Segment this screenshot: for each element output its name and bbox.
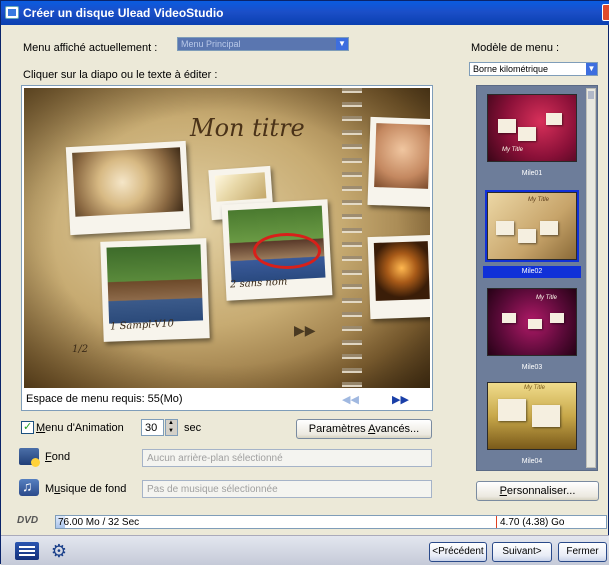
template-thumbnail[interactable]: My Title (485, 190, 579, 262)
template-thumbnail[interactable]: My Title (487, 382, 577, 450)
template-gallery: My Title Mile01 My Title Mile02 My Title… (476, 85, 598, 471)
current-menu-value: Menu Principal (181, 39, 241, 49)
selection-highlight-circle (253, 233, 321, 269)
menu-title-text[interactable]: Mon titre (190, 114, 305, 142)
menu-page-number: 1/2 (72, 344, 89, 355)
menu-preview-panel: Mon titre 1 Sampl-V10 2 sans nom ▶▶ 1/2 … (21, 85, 433, 411)
template-category-select[interactable]: Borne kilométrique ▼ (469, 62, 598, 76)
close-window-button[interactable] (602, 4, 609, 21)
rose-photo (65, 140, 191, 236)
menu-preview-canvas[interactable]: Mon titre 1 Sampl-V10 2 sans nom ▶▶ 1/2 (24, 88, 430, 388)
template-item-3[interactable]: My Title Mile03 (483, 288, 581, 378)
window-title: Créer un disque Ulead VideoStudio (23, 6, 224, 20)
template-list: My Title Mile01 My Title Mile02 My Title… (479, 88, 585, 468)
current-menu-select[interactable]: Menu Principal ▼ (177, 37, 349, 51)
required-menu-space: Espace de menu requis: 55(Mo) (26, 393, 183, 405)
chevron-down-icon[interactable]: ▼ (586, 63, 597, 75)
capacity-marker (496, 516, 497, 528)
template-thumbnail[interactable]: My Title (487, 94, 577, 162)
used-space-text: 76.00 Mo / 32 Sec (58, 517, 140, 528)
template-name: Mile01 (521, 170, 543, 177)
template-thumbnail[interactable]: My Title (487, 288, 577, 356)
template-menu-label: Modèle de menu : (471, 42, 560, 54)
candle-photo (367, 234, 430, 320)
template-name: Mile04 (521, 458, 543, 465)
videostudio-app-icon (5, 6, 19, 19)
preview-status-bar: Espace de menu requis: 55(Mo) ◀◀ ▶▶ (24, 390, 430, 408)
menu-nav-arrows-icon[interactable]: ▶▶ (294, 322, 316, 339)
double-chevron-left-icon[interactable]: ◀◀ (342, 393, 359, 406)
previous-button[interactable]: <Précédent (429, 542, 487, 562)
disc-capacity-bar: DVD 76.00 Mo / 32 Sec 4.70 (4.38) Go (15, 515, 607, 529)
background-label: Fond (45, 451, 71, 463)
template-item-1[interactable]: My Title Mile01 (483, 94, 581, 184)
bottom-toolbar: ⚙ <Précédent Suivant> Fermer (1, 535, 609, 565)
create-disc-dialog: Créer un disque Ulead VideoStudio Menu a… (0, 0, 609, 565)
chevron-up-icon[interactable]: ▲ (168, 420, 174, 426)
hands-photo (367, 116, 430, 208)
animation-menu-label: Menu d'Animation (36, 422, 124, 434)
background-field[interactable]: Aucun arrière-plan sélectionné (142, 449, 432, 467)
music-note-icon[interactable] (19, 478, 39, 496)
close-button[interactable]: Fermer (558, 542, 607, 562)
gear-icon[interactable]: ⚙ (49, 541, 69, 561)
current-menu-label: Menu affiché actuellement : (23, 42, 158, 54)
customize-button[interactable]: Personnaliser... (476, 481, 599, 501)
template-name: Mile03 (521, 364, 543, 371)
disc-capacity-text: 4.70 (4.38) Go (500, 517, 565, 528)
menu-list-icon[interactable] (15, 542, 39, 560)
edit-instruction: Cliquer sur la diapo ou le texte à édite… (23, 69, 218, 81)
dvd-logo: DVD (17, 515, 39, 526)
chevron-down-icon[interactable]: ▼ (168, 428, 174, 434)
template-name: Mile02 (483, 266, 581, 278)
double-chevron-right-icon[interactable]: ▶▶ (392, 393, 409, 406)
animation-unit: sec (184, 422, 202, 434)
animation-menu-checkbox[interactable] (21, 420, 34, 434)
next-button[interactable]: Suivant> (492, 542, 552, 562)
template-item-4[interactable]: My Title Mile04 (483, 382, 581, 472)
background-image-icon[interactable] (19, 448, 40, 467)
capacity-meter: 76.00 Mo / 32 Sec 4.70 (4.38) Go (55, 515, 607, 529)
chevron-down-icon[interactable]: ▼ (336, 38, 348, 50)
title-bar[interactable]: Créer un disque Ulead VideoStudio (1, 1, 609, 25)
music-label: Musique de fond (45, 483, 127, 495)
notebook-spiral (342, 88, 362, 388)
animation-duration-input[interactable]: 30 (141, 419, 164, 436)
template-scrollbar[interactable] (586, 88, 596, 468)
music-field[interactable]: Pas de musique sélectionnée (142, 480, 432, 498)
template-category-value: Borne kilométrique (473, 64, 549, 74)
advanced-settings-button[interactable]: Paramètres Avancés... (296, 419, 432, 439)
animation-duration-stepper[interactable]: ▲ ▼ (165, 419, 178, 436)
template-item-2[interactable]: My Title Mile02 (483, 190, 581, 282)
